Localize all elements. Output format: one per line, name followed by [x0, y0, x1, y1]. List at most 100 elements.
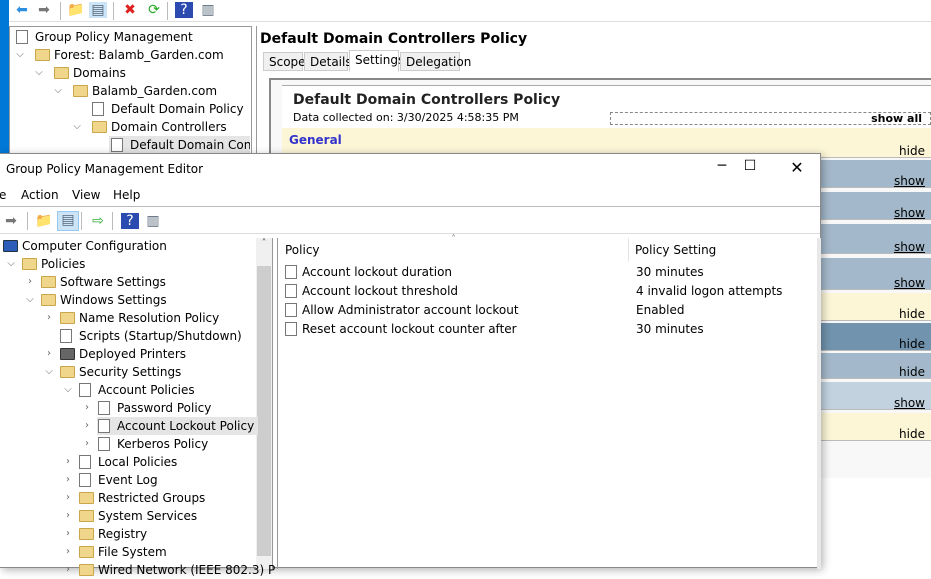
forward-arrow-icon[interactable]: ➡	[35, 2, 53, 18]
show-toggle[interactable]: show	[894, 396, 925, 410]
general-heading[interactable]: General	[289, 133, 342, 147]
desktop-strip	[0, 0, 9, 160]
column-header-setting[interactable]: Policy Setting	[635, 243, 716, 257]
tree-item[interactable]: Kerberos Policy	[97, 435, 208, 453]
tab-details[interactable]: Details	[304, 52, 352, 71]
chevron-down-icon[interactable]: ⌵	[34, 64, 44, 82]
chevron-right-icon[interactable]: ›	[25, 276, 35, 287]
tree-item[interactable]: Local Policies	[78, 453, 177, 471]
chevron-down-icon[interactable]: ⌵	[25, 294, 35, 305]
scroll-up-icon[interactable]: ˄	[256, 238, 272, 249]
editor-title: Group Policy Management Editor	[6, 162, 204, 176]
minimize-button[interactable]: ─	[712, 158, 732, 178]
up-folder-icon[interactable]: 📁	[67, 2, 85, 18]
export-list-icon[interactable]: ⇨	[89, 213, 107, 229]
back-tree-item[interactable]: Default Domain Policy	[90, 100, 244, 118]
show-all-link[interactable]: show all	[610, 112, 931, 125]
menu-view[interactable]: View	[72, 188, 100, 202]
folder-icon	[73, 85, 88, 97]
tree-item[interactable]: Deployed Printers	[59, 345, 186, 363]
show-hide-tree-icon[interactable]: ▤	[89, 2, 107, 18]
show-hide-tree-icon[interactable]: ▤	[57, 211, 79, 231]
chevron-right-icon[interactable]: ›	[82, 402, 92, 413]
maximize-button[interactable]: ☐	[740, 158, 760, 178]
list-row[interactable]: Account lockout threshold 4 invalid logon…	[285, 282, 815, 301]
show-all-text[interactable]: show all	[871, 112, 922, 125]
tab-delegation[interactable]: Delegation	[400, 52, 471, 71]
list-row[interactable]: Allow Administrator account lockout Enabl…	[285, 301, 815, 320]
chevron-right-icon[interactable]: ›	[63, 474, 73, 485]
tree-item[interactable]: Wired Network (IEEE 802.3) P	[78, 561, 275, 579]
chevron-right-icon[interactable]: ›	[44, 348, 54, 359]
column-header-policy[interactable]: Policy	[285, 243, 630, 263]
tree-item-label: Restricted Groups	[98, 491, 206, 505]
back-tree-item[interactable]: ⌵ Balamb_Garden.com	[54, 82, 217, 100]
chevron-down-icon[interactable]: ⌵	[72, 118, 82, 136]
tab-settings[interactable]: Settings	[349, 50, 404, 72]
menu-file[interactable]: e	[0, 188, 6, 202]
chevron-right-icon[interactable]: ›	[44, 312, 54, 323]
up-folder-icon[interactable]: 📁	[35, 213, 53, 229]
help-icon[interactable]: ?	[121, 213, 139, 229]
tree-item[interactable]: Account Lockout Policy	[97, 417, 259, 435]
back-tree-item[interactable]: ⌵ Forest: Balamb_Garden.com	[16, 46, 223, 64]
chevron-down-icon[interactable]: ⌵	[15, 46, 25, 64]
back-tree-item[interactable]: ⌵ Domains	[35, 64, 126, 82]
chevron-down-icon[interactable]: ⌵	[63, 384, 73, 395]
show-toggle[interactable]: show	[894, 174, 925, 188]
chevron-right-icon[interactable]: ›	[63, 546, 73, 557]
policy-icon	[98, 437, 110, 451]
tree-item[interactable]: Name Resolution Policy	[59, 309, 219, 327]
chevron-right-icon[interactable]: ›	[82, 438, 92, 449]
chevron-right-icon[interactable]: ›	[63, 456, 73, 467]
action-pane-icon[interactable]: ▥	[199, 2, 217, 18]
tree-item[interactable]: Windows Settings	[40, 291, 167, 309]
tree-item[interactable]: Policies	[21, 255, 85, 273]
chevron-right-icon[interactable]: ›	[63, 510, 73, 521]
hide-toggle[interactable]: hide	[899, 144, 925, 158]
back-tree-item[interactable]: ⌵ Domain Controllers	[73, 118, 226, 136]
hide-toggle[interactable]: hide	[899, 427, 925, 441]
chevron-down-icon[interactable]: ⌵	[44, 366, 54, 377]
tree-item[interactable]: Registry	[78, 525, 147, 543]
list-row[interactable]: Reset account lockout counter after 30 mi…	[285, 320, 815, 339]
close-button[interactable]: ✕	[787, 158, 807, 178]
forward-arrow-icon[interactable]: ➡	[2, 213, 20, 229]
show-toggle[interactable]: show	[894, 240, 925, 254]
tree-item[interactable]: Password Policy	[97, 399, 211, 417]
tree-item[interactable]: Scripts (Startup/Shutdown)	[59, 327, 242, 345]
list-row[interactable]: Account lockout duration 30 minutes	[285, 263, 815, 282]
back-arrow-icon[interactable]: ⬅	[13, 2, 31, 18]
chevron-down-icon[interactable]: ⌵	[53, 82, 63, 100]
tree-item[interactable]: Event Log	[78, 471, 158, 489]
scroll-thumb[interactable]	[257, 266, 271, 556]
back-tree-item[interactable]: Default Domain Contro	[109, 136, 250, 154]
action-pane-icon[interactable]: ▥	[144, 213, 162, 229]
tree-item[interactable]: Software Settings	[40, 273, 166, 291]
tree-scrollbar[interactable]: ˄	[256, 238, 272, 569]
show-toggle[interactable]: show	[894, 276, 925, 290]
chevron-right-icon[interactable]: ›	[63, 564, 73, 575]
script-icon	[60, 329, 72, 343]
hide-toggle[interactable]: hide	[899, 365, 925, 379]
tree-item[interactable]: Security Settings	[59, 363, 181, 381]
tree-item[interactable]: Restricted Groups	[78, 489, 205, 507]
hide-toggle[interactable]: hide	[899, 307, 925, 321]
tree-item[interactable]: Account Policies	[78, 381, 195, 399]
help-icon[interactable]: ?	[175, 2, 193, 18]
refresh-icon[interactable]: ⟳	[145, 2, 163, 18]
menu-help[interactable]: Help	[113, 188, 140, 202]
chevron-right-icon[interactable]: ›	[63, 528, 73, 539]
back-tree-item[interactable]: Group Policy Management	[14, 28, 193, 46]
tree-item[interactable]: File System	[78, 543, 167, 561]
tree-item[interactable]: System Services	[78, 507, 197, 525]
show-toggle[interactable]: show	[894, 206, 925, 220]
hide-toggle[interactable]: hide	[899, 337, 925, 351]
chevron-down-icon[interactable]: ⌵	[6, 258, 16, 269]
chevron-right-icon[interactable]: ›	[63, 492, 73, 503]
tab-scope[interactable]: Scope	[263, 52, 306, 71]
delete-icon[interactable]: ✖	[121, 2, 139, 18]
tree-item[interactable]: Computer Configuration	[2, 237, 167, 255]
menu-action[interactable]: Action	[21, 188, 59, 202]
chevron-right-icon[interactable]: ›	[82, 420, 92, 431]
